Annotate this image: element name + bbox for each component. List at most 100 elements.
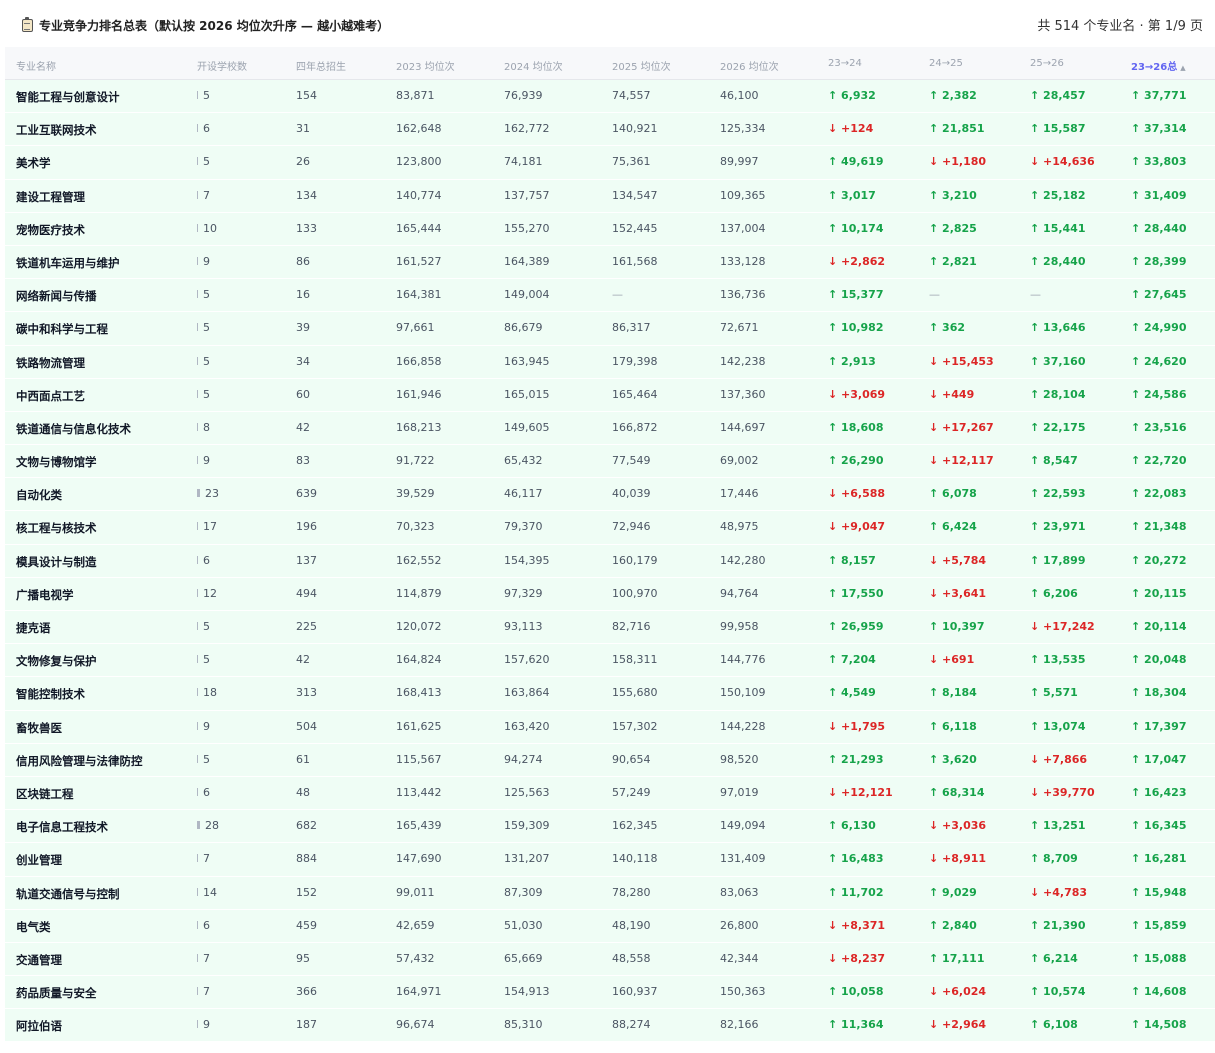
table-row[interactable]: 交通管理 7 95 57,432 65,669 48,558 42,344 ↓ +8,237 ↑…: [5, 942, 1215, 977]
cell-24-25-change: ↑ 3,210: [929, 189, 977, 202]
table-row[interactable]: 电子信息工程技术 28 682 165,439 159,309 162,345 149,09…: [5, 810, 1215, 844]
header-col-school-count[interactable]: 开设学校数: [197, 58, 247, 73]
header-label: 开设学校数: [197, 62, 247, 73]
table-row[interactable]: 网络新闻与传播 5 16 164,381 149,004 — 136,736 ↑ 15,377…: [5, 279, 1215, 313]
table-row[interactable]: 轨道交通信号与控制 14 152 99,011 87,309 78,280 83,063 ↑ …: [5, 876, 1215, 910]
table-row[interactable]: 碳中和科学与工程 5 39 97,661 86,679 86,317 72,671 ↑ 10,…: [5, 312, 1215, 346]
table-row[interactable]: 智能控制技术 18 313 168,413 163,864 155,680 150,109 ↑…: [5, 677, 1215, 711]
cell-value: 畜牧兽医: [16, 720, 62, 735]
header-col-25-26-change[interactable]: 25→26: [1030, 58, 1064, 69]
table-row[interactable]: 铁路物流管理 5 34 166,858 163,945 179,398 142,238 ↑ 2…: [5, 345, 1215, 379]
cell-value: 154,395: [504, 553, 550, 567]
cell-2023-rank: 114,879: [396, 587, 442, 600]
cell-value: ↑ 49,619: [828, 155, 884, 169]
cell-value: ↓ +17,267: [929, 420, 994, 434]
cell-value: ↑ 10,397: [929, 620, 985, 633]
header-col-2025-rank[interactable]: 2025 均位次: [612, 58, 671, 73]
table-row[interactable]: 宠物医疗技术 10 133 165,444 155,270 152,445 137,004 ↑…: [5, 212, 1215, 246]
cell-school-count: 7: [197, 985, 210, 998]
cell-total-enroll: 86: [296, 255, 310, 268]
header-col-2023-rank[interactable]: 2023 均位次: [396, 58, 455, 73]
table-row[interactable]: 模具设计与制造 6 137 162,552 154,395 160,179 142,280 ↑…: [5, 544, 1215, 578]
table-row[interactable]: 铁道机车运用与维护 9 86 161,527 164,389 161,568 133,128…: [5, 245, 1215, 280]
table-row[interactable]: 工业互联网技术 6 31 162,648 162,772 140,921 125,334 ↓ …: [5, 113, 1215, 147]
cell-25-26-change: ↑ 17,899: [1030, 554, 1086, 567]
table-row[interactable]: 创业管理 7 884 147,690 131,207 140,118 131,409 ↑ 16…: [5, 843, 1215, 877]
cell-value: ↑ 10,574: [1030, 985, 1086, 999]
cell-value: ↑ 6,932: [828, 89, 876, 102]
cell-23-24-change: ↓ +1,795: [828, 720, 885, 733]
table-row[interactable]: 中西面点工艺 5 60 161,946 165,015 165,464 137,360 ↓ +…: [5, 378, 1215, 412]
table-row[interactable]: 广播电视学 12 494 114,879 97,329 100,970 94,764 ↑ 17…: [5, 577, 1215, 611]
cell-2024-rank: 93,113: [504, 620, 543, 633]
cell-25-26-change: ↑ 25,182: [1030, 189, 1086, 202]
cell-value: ↓ +2,862: [828, 254, 886, 268]
header-col-total-enroll[interactable]: 四年总招生: [296, 58, 346, 73]
cell-value: ↑ 21,348: [1131, 520, 1187, 534]
cell-value: ↑ 16,423: [1131, 785, 1187, 799]
cell-value: 交通管理: [16, 952, 62, 967]
cell-value: ↑ 8,709: [1030, 852, 1078, 866]
table-row[interactable]: 建设工程管理 7 134 140,774 137,757 134,547 109,365 ↑ …: [5, 179, 1215, 213]
table-row[interactable]: 核工程与核技术 17 196 70,323 79,370 72,946 48,975 ↓ +9…: [5, 511, 1215, 545]
cell-24-25-change: ↑ 2,840: [929, 919, 977, 932]
header-col-24-25-change[interactable]: 24→25: [929, 58, 963, 69]
table-row[interactable]: 智能工程与创意设计 5 154 83,871 76,939 74,557 46,100 ↑ 6…: [5, 80, 1215, 114]
table-row[interactable]: 文物与博物馆学 9 83 91,722 65,432 77,549 69,002 ↑ 26,2…: [5, 445, 1215, 479]
cell-value: ↑ 2,382: [929, 89, 977, 102]
cell-major-name: 工业互联网技术: [16, 122, 97, 138]
cell-value: ↑ 20,272: [1131, 553, 1187, 567]
cell-value: ↓ +3,036: [929, 819, 987, 833]
cell-24-25-change: ↑ 2,825: [929, 222, 977, 235]
cell-value: 134,547: [612, 188, 658, 202]
cell-2025-rank: 140,921: [612, 122, 658, 135]
cell-value: 核工程与核技术: [16, 521, 97, 536]
cell-value: 164,824: [396, 653, 442, 667]
table-row[interactable]: 药品质量与安全 7 366 164,971 154,913 160,937 150,363 ↑…: [5, 976, 1215, 1010]
table-row[interactable]: 信用风险管理与法律防控 5 61 115,567 94,274 90,654 98,520 ↑…: [5, 743, 1215, 777]
table-row[interactable]: 铁道通信与信息化技术 8 42 168,213 149,605 166,872 144,69…: [5, 411, 1215, 446]
school-count-bar: [197, 754, 198, 763]
cell-major-name: 网络新闻与传播: [16, 288, 97, 304]
cell-value: 93,113: [504, 620, 543, 633]
cell-value: ↑ 6,130: [828, 819, 876, 833]
cell-value: ↑ 2,913: [828, 354, 876, 368]
cell-value: ↓ +8,911: [929, 852, 987, 866]
cell-2026-rank: 99,958: [720, 620, 759, 633]
cell-value: 137,757: [504, 188, 550, 202]
cell-2025-rank: 48,190: [612, 919, 651, 932]
table-row[interactable]: 美术学 5 26 123,800 74,181 75,361 89,997 ↑ 49,619 ↓…: [5, 146, 1215, 180]
table-row[interactable]: 文物修复与保护 5 42 164,824 157,620 158,311 144,776 ↑ …: [5, 644, 1215, 678]
table-row[interactable]: 阿拉伯语 9 187 96,674 85,310 88,274 82,166 ↑ 11,364…: [5, 1009, 1215, 1043]
school-count-bar: [197, 1020, 198, 1029]
cell-23-24-change: ↑ 6,932: [828, 89, 876, 102]
table-row[interactable]: 电气类 6 459 42,659 51,030 48,190 26,800 ↓ +8,371 ↑…: [5, 909, 1215, 943]
cell-value: 160,937: [612, 985, 658, 999]
table-row[interactable]: 区块链工程 6 48 113,442 125,563 57,249 97,019 ↓ +12,…: [5, 776, 1215, 811]
cell-23-26-total: ↑ 16,423: [1131, 786, 1187, 799]
table-row[interactable]: 自动化类 23 639 39,529 46,117 40,039 17,446 ↓ +6,58…: [5, 478, 1215, 512]
header-col-23-26-total[interactable]: 23→26总 ▲: [1131, 58, 1186, 73]
cell-2024-rank: 65,669: [504, 952, 543, 965]
cell-value: 48,558: [612, 951, 651, 965]
header-col-23-24-change[interactable]: 23→24: [828, 58, 862, 69]
header-col-2026-rank[interactable]: 2026 均位次: [720, 58, 779, 73]
header-col-2024-rank[interactable]: 2024 均位次: [504, 58, 563, 73]
cell-value: ↑ 22,175: [1030, 420, 1086, 434]
page-summary: 共 514 个专业名 · 第 1/9 页: [1037, 19, 1203, 34]
table-row[interactable]: 畜牧兽医 9 504 161,625 163,420 157,302 144,228 ↓ +1…: [5, 710, 1215, 744]
header-label: 四年总招生: [296, 62, 346, 73]
cell-value: 79,370: [504, 520, 543, 534]
cell-2026-rank: 69,002: [720, 454, 759, 467]
cell-2026-rank: 46,100: [720, 89, 759, 102]
cell-school-count: 6: [197, 919, 210, 932]
cell-24-25-change: ↑ 3,620: [929, 753, 977, 766]
cell-2026-rank: 109,365: [720, 189, 766, 202]
cell-major-name: 智能控制技术: [16, 686, 85, 702]
cell-value: 83,871: [396, 89, 435, 102]
cell-school-count: 5: [197, 89, 210, 102]
cell-24-25-change: ↓ +2,964: [929, 1018, 986, 1031]
header-col-major-name[interactable]: 专业名称: [16, 58, 56, 73]
table-row[interactable]: 捷克语 5 225 120,072 93,113 82,716 99,958 ↑ 26,959…: [5, 611, 1215, 645]
cell-2026-rank: 97,019: [720, 786, 759, 799]
